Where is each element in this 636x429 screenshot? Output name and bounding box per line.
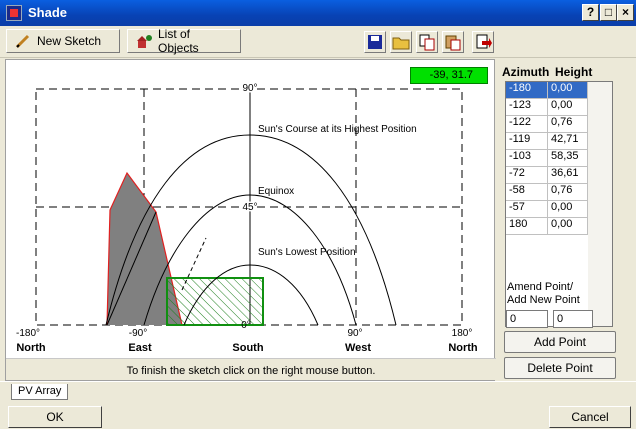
toolbar: New Sketch List of Objects xyxy=(0,26,636,58)
ytick-0: 0° xyxy=(241,320,251,331)
copy-icon xyxy=(419,34,435,51)
azimuth-input[interactable]: 0 xyxy=(506,310,548,328)
save-button[interactable] xyxy=(364,31,386,53)
dir-north-right: North xyxy=(448,342,478,354)
pencil-icon xyxy=(15,33,31,49)
ytick-90: 90° xyxy=(242,83,257,94)
dir-west: West xyxy=(345,342,371,354)
title-bar: Shade ? □ × xyxy=(0,0,636,26)
label-equinox: Equinox xyxy=(258,186,294,197)
ytick-45: 45° xyxy=(242,202,257,213)
cancel-button[interactable]: Cancel xyxy=(549,406,631,428)
points-panel: Azimuth Height -180 0,00 -123 0,00 -122 0,7… xyxy=(498,59,634,381)
new-sketch-label: New Sketch xyxy=(37,34,102,48)
xtick-90: 90° xyxy=(347,328,362,339)
table-scrollbar[interactable] xyxy=(588,82,612,326)
copy-button[interactable] xyxy=(416,31,438,53)
xtick-m180: -180° xyxy=(16,328,40,339)
tab-bar: PV Array xyxy=(0,381,636,401)
dir-east: East xyxy=(128,342,152,354)
import-button[interactable] xyxy=(472,31,494,53)
maximize-button[interactable]: □ xyxy=(600,4,617,21)
save-icon xyxy=(368,35,382,49)
label-highest: Sun's Course at its Highest Position xyxy=(258,124,417,135)
sketch-hint: To finish the sketch click on the right … xyxy=(6,358,496,380)
ok-button[interactable]: OK xyxy=(8,406,102,428)
folder-icon xyxy=(392,37,410,50)
new-sketch-button[interactable]: New Sketch xyxy=(6,29,120,53)
sun-path-chart[interactable]: -39, 31.7 90° 45° 0° -180° -90° 90° 180°… xyxy=(5,59,496,381)
label-lowest: Sun's Lowest Position xyxy=(258,247,356,258)
paste-button[interactable] xyxy=(442,31,464,53)
close-button[interactable]: × xyxy=(617,4,634,21)
dir-south: South xyxy=(232,342,263,354)
sun-path-diagram[interactable]: 90° 45° 0° -180° -90° 90° 180° North Eas… xyxy=(6,60,494,356)
dir-north-left: North xyxy=(16,342,46,354)
help-button[interactable]: ? xyxy=(582,4,599,21)
list-of-objects-label: List of Objects xyxy=(158,27,199,55)
amend-point-label: Amend Point/ Add New Point xyxy=(507,281,580,306)
col-azimuth-header: Azimuth xyxy=(502,65,550,79)
xtick-180: 180° xyxy=(452,328,473,339)
xtick-m90: -90° xyxy=(129,328,147,339)
window-title: Shade xyxy=(28,5,68,20)
list-of-objects-button[interactable]: List of Objects xyxy=(127,27,241,55)
house-tree-icon xyxy=(136,33,152,49)
col-height-header: Height xyxy=(555,65,593,79)
paste-icon xyxy=(445,35,461,51)
delete-point-button[interactable]: Delete Point xyxy=(504,357,616,379)
open-button[interactable] xyxy=(390,31,412,53)
import-icon xyxy=(476,34,492,49)
height-input[interactable]: 0 xyxy=(553,310,593,328)
add-point-button[interactable]: Add Point xyxy=(504,331,616,353)
pv-array-rect[interactable] xyxy=(166,277,264,326)
app-icon xyxy=(6,5,22,21)
tab-pv-array[interactable]: PV Array xyxy=(11,384,69,400)
